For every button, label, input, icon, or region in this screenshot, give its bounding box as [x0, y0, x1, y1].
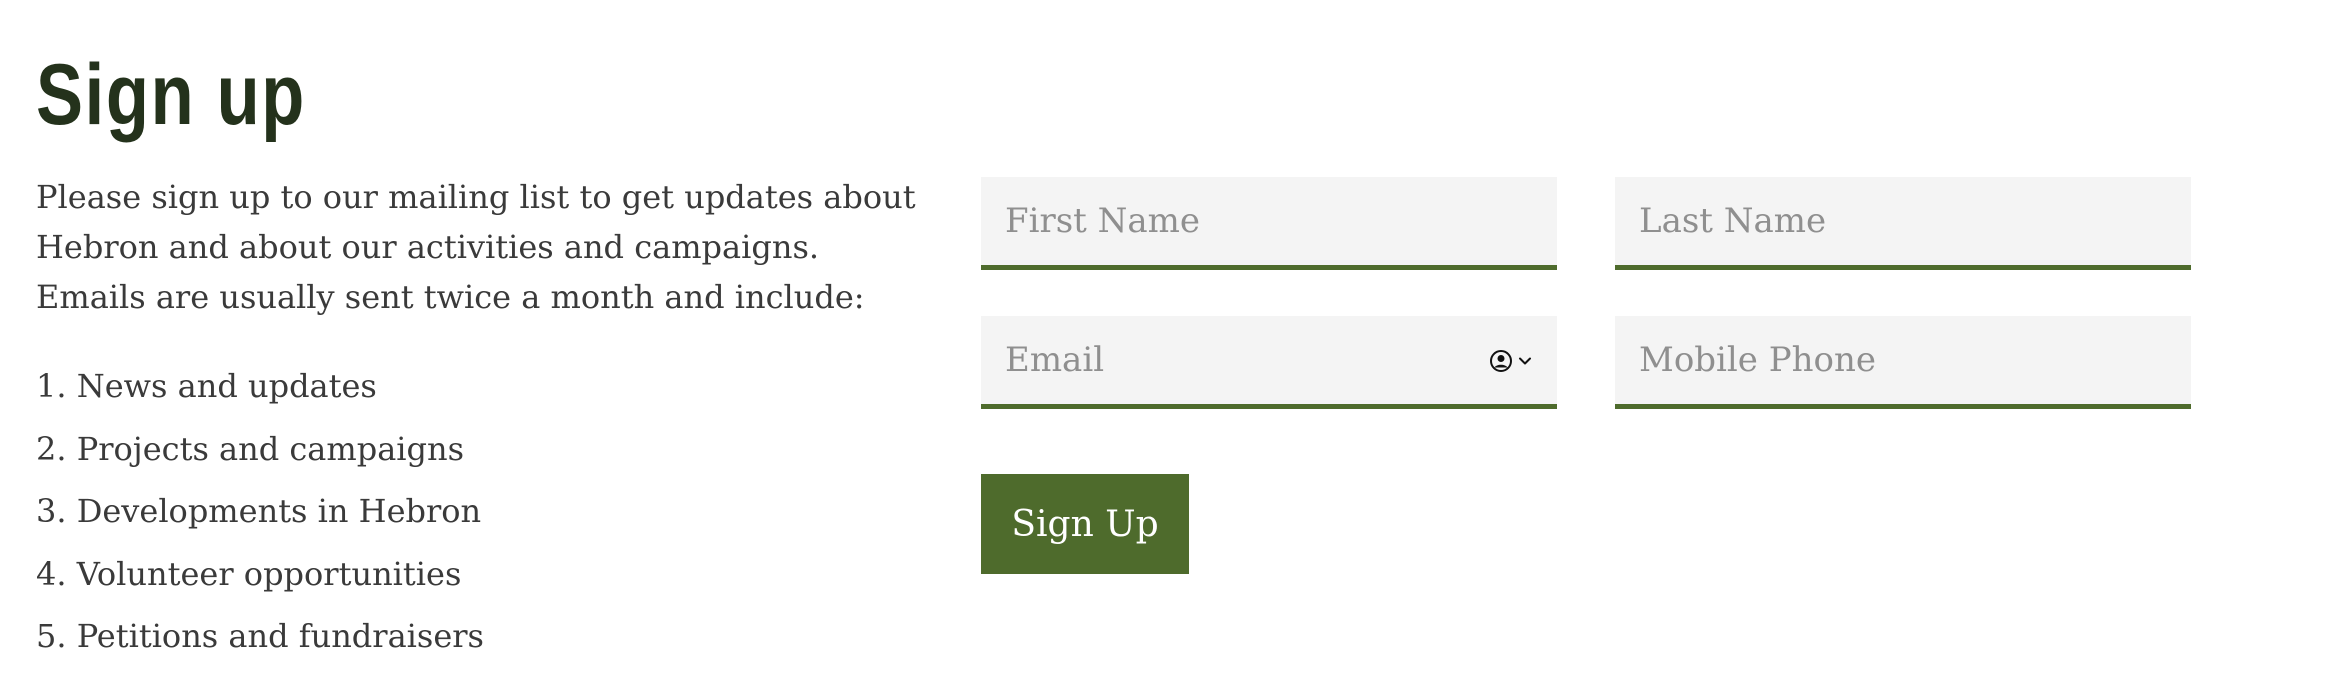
page-title: Sign up	[36, 47, 307, 143]
first-name-field-wrapper	[981, 177, 1557, 270]
account-picker-icon	[1489, 349, 1513, 373]
sign-up-button[interactable]: Sign Up	[981, 474, 1189, 574]
mobile-phone-field[interactable]	[1615, 316, 2191, 404]
benefits-list: 1. News and updates 2. Projects and camp…	[36, 355, 484, 668]
first-name-field[interactable]	[981, 177, 1557, 265]
account-picker-button[interactable]	[1489, 349, 1533, 373]
last-name-field[interactable]	[1615, 177, 2191, 265]
chevron-down-icon	[1517, 353, 1533, 369]
email-field[interactable]	[981, 316, 1557, 404]
list-item: 3. Developments in Hebron	[36, 492, 482, 530]
intro-text: Please sign up to our mailing list to ge…	[36, 178, 916, 316]
email-field-wrapper	[981, 316, 1557, 409]
mobile-phone-field-wrapper	[1615, 316, 2191, 409]
list-item: 4. Volunteer opportunities	[36, 554, 462, 593]
list-item: 1. News and updates	[36, 367, 377, 405]
list-item: 2. Projects and campaigns	[36, 429, 465, 468]
last-name-field-wrapper	[1615, 177, 2191, 270]
list-item: 5. Petitions and fundraisers	[36, 617, 484, 655]
